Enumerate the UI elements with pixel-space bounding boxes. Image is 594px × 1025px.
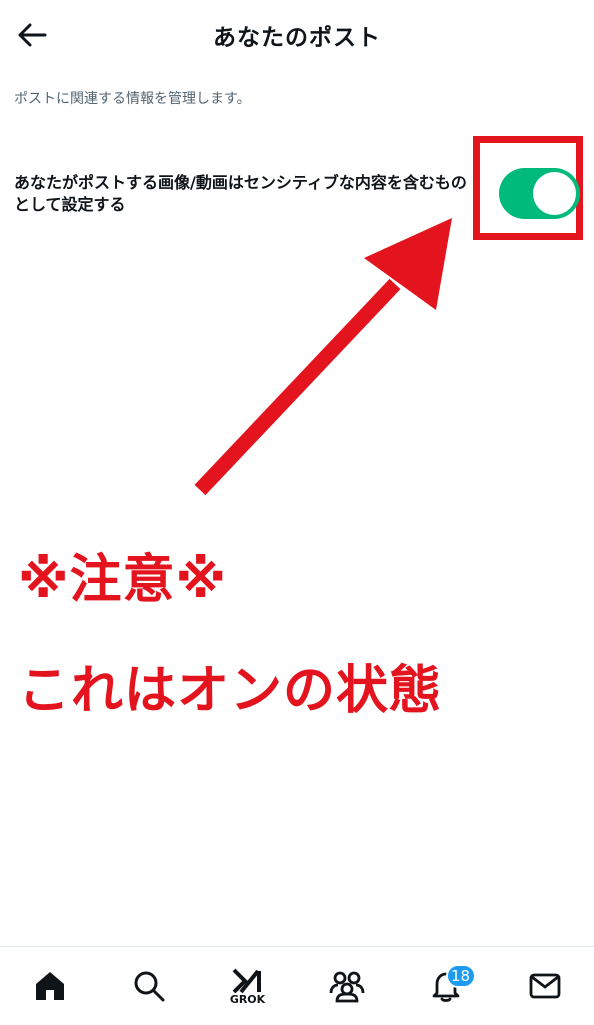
grok-icon [232, 968, 261, 993]
nav-communities[interactable] [317, 956, 377, 1016]
annotation-notice: ※注意※ [18, 550, 228, 610]
nav-grok[interactable]: GROK [218, 956, 278, 1016]
home-icon [35, 972, 64, 1000]
nav-notifications[interactable]: 18 [416, 956, 476, 1016]
bottom-navigation: GROK 18 [0, 946, 594, 1025]
annotation-arrow [194, 218, 452, 496]
notification-badge: 18 [445, 964, 476, 988]
search-icon [134, 971, 164, 1002]
nav-search[interactable] [119, 956, 179, 1016]
grok-label: GROK [229, 992, 266, 1006]
communities-icon [329, 971, 364, 1003]
nav-messages[interactable] [515, 956, 575, 1016]
annotation-state-text: これはオンの状態 [18, 661, 443, 721]
mail-icon [529, 973, 560, 999]
nav-home[interactable] [20, 956, 80, 1016]
